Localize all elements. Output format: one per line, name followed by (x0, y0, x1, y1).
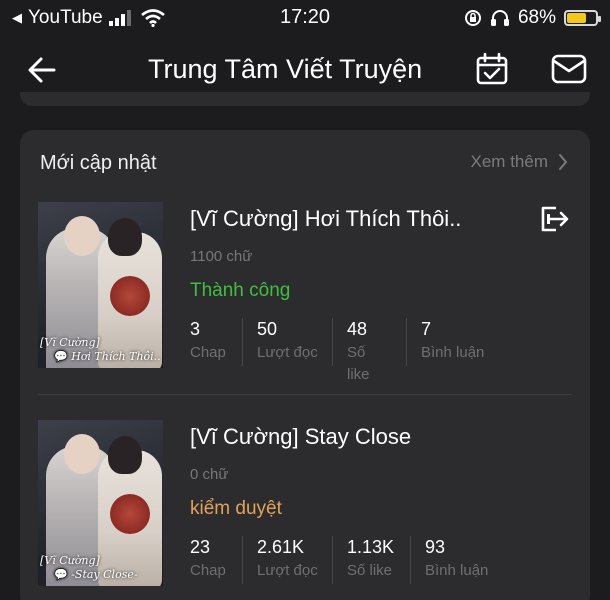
status-label: Thành công (190, 280, 291, 301)
divider (38, 394, 572, 395)
stat-reads: 2.61K Lượt đọc (242, 536, 332, 584)
nav-bar: Trung Tâm Viết Truyện (0, 40, 610, 100)
exit-icon[interactable] (538, 204, 570, 234)
story-item[interactable]: [Vĩ Cường] 💬 Hơi Thích Thôi.. [Vĩ Cường]… (20, 202, 590, 383)
see-more-label: Xem thêm (470, 152, 548, 171)
stat-chapters: 23 Chap (190, 537, 226, 579)
word-count: 1100 chữ (190, 248, 253, 265)
status-time: 17:20 (279, 6, 331, 28)
stat-chapters: 3 Chap (190, 319, 226, 361)
mail-icon[interactable] (550, 52, 588, 86)
calendar-check-icon[interactable] (474, 51, 510, 87)
chevron-right-icon (559, 154, 568, 170)
cover-caption: [Vĩ Cường] 💬 -Stay Close- (40, 554, 138, 581)
story-cover-image[interactable]: [Vĩ Cường] 💬 Hơi Thích Thôi.. (38, 202, 163, 368)
see-more-link[interactable]: Xem thêm (471, 152, 568, 172)
cover-caption: [Vĩ Cường] 💬 Hơi Thích Thôi.. (40, 336, 161, 363)
battery-icon (564, 10, 601, 26)
section-title: Mới cập nhật (40, 152, 157, 174)
story-stats: 23 Chap 2.61K Lượt đọc 1.13K Số like 93 … (190, 536, 520, 584)
page-title: Trung Tâm Viết Truyện (148, 54, 423, 84)
status-label: kiểm duyệt (190, 498, 282, 519)
stat-comments: 93 Bình luận (410, 536, 520, 584)
back-arrow-icon[interactable] (24, 52, 60, 88)
stat-reads: 50 Lượt đọc (242, 318, 332, 366)
stat-likes: 1.13K Số like (332, 536, 410, 584)
story-cover-image[interactable]: [Vĩ Cường] 💬 -Stay Close- (38, 420, 163, 586)
story-item[interactable]: [Vĩ Cường] 💬 -Stay Close- [Vĩ Cường] Sta… (20, 420, 590, 600)
previous-card-edge (20, 92, 590, 106)
word-count: 0 chữ (190, 466, 229, 483)
recent-updates-card: Mới cập nhật Xem thêm [Vĩ Cường] 💬 Hơi T… (20, 130, 590, 600)
stat-likes: 48 Số like (332, 318, 406, 383)
stat-comments: 7 Bình luận (406, 318, 516, 366)
story-stats: 3 Chap 50 Lượt đọc 48 Số like 7 Bình luậ… (190, 318, 516, 383)
story-title[interactable]: [Vĩ Cường] Hơi Thích Thôi.. (190, 206, 461, 232)
status-bar: ◀ YouTube 17:20 68% (0, 0, 610, 36)
story-title[interactable]: [Vĩ Cường] Stay Close (190, 424, 411, 450)
